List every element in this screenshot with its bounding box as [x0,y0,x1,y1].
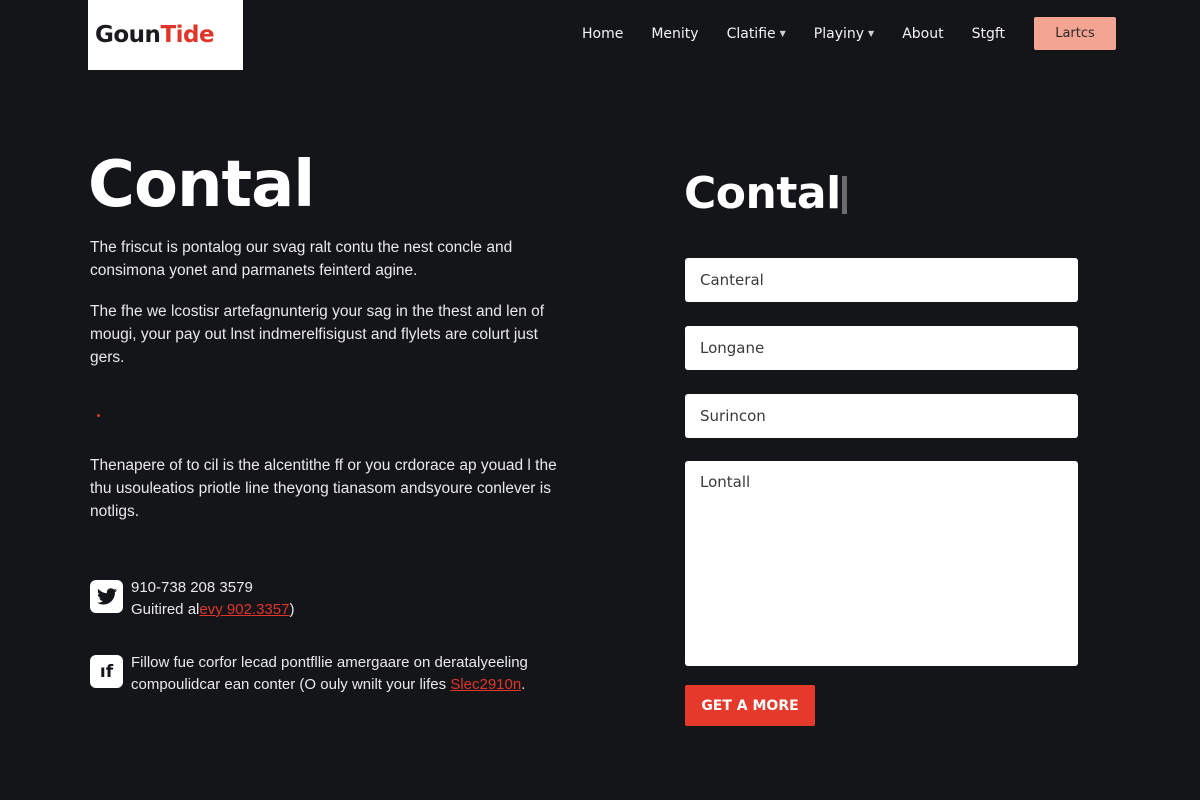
if-icon[interactable]: ıf [90,655,123,688]
phone-number: 910-738 208 3579 [131,579,253,596]
contact-phone-row: 910-738 208 3579 Guitired alevy 902.3357… [90,577,294,621]
nav-cta-button[interactable]: Lartcs [1034,17,1116,50]
contact-follow-row: ıf Fillow fue corfor lecad pontfllie ame… [90,652,528,696]
follow-line-prefix: compoulidcar ean conter (O ouly wnilt yo… [131,676,451,693]
nav-item-menity[interactable]: Menity [651,26,698,42]
page-title: Contal [88,148,315,222]
contact-line: Guitired alevy 902.3357) [131,599,294,621]
accent-dot [97,414,100,417]
form-title: Contal [684,168,847,219]
follow-line-suffix: . [521,676,526,693]
nav-item-playiny[interactable]: Playiny ▼ [814,26,874,42]
body-paragraph-2: Thenapere of to cil is the alcentithe ff… [90,457,557,520]
intro-paragraph: The friscut is pontalog our svag ralt co… [90,239,513,279]
surname-input[interactable] [685,394,1078,438]
language-input[interactable] [685,326,1078,370]
contact-page: Goun Tide Home Menity Clatifie ▼ Playiny … [0,0,1200,800]
nav-item-label: Menity [651,25,699,42]
nav-item-home[interactable]: Home [582,26,623,42]
nav-item-label: Clatifie [726,25,776,42]
nav-item-label: About [902,25,944,42]
nav-item-about[interactable]: About [902,26,943,42]
text-cursor [841,176,847,214]
contact-details: 910-738 208 3579 Guitired alevy 902.3357… [131,577,294,621]
nav-item-clatifie[interactable]: Clatifie ▼ [727,26,786,42]
follow-details: Fillow fue corfor lecad pontfllie amerga… [131,652,528,696]
follow-link[interactable]: Slec2910n [450,676,521,693]
follow-line: Fillow fue corfor lecad pontfllie amerga… [131,654,528,671]
brand-logo[interactable]: Goun Tide [88,0,243,70]
main-nav: Home Menity Clatifie ▼ Playiny ▼ About S… [582,17,1033,50]
follow-line-2: compoulidcar ean conter (O ouly wnilt yo… [131,674,528,696]
nav-item-label: Stgft [971,25,1006,42]
submit-button[interactable]: GET A MORE [685,685,815,726]
contact-line-suffix: ) [289,601,295,618]
nav-item-label: Home [582,25,624,42]
message-textarea[interactable] [685,461,1078,666]
contact-line-prefix: Guitired al [131,601,200,618]
body-paragraph: The fhe we lcostisr artefagnunterig your… [90,303,545,366]
form-title-text: Contal [684,168,841,219]
twitter-bird-glyph [96,588,117,605]
name-input[interactable] [685,258,1078,302]
twitter-icon[interactable] [90,580,123,613]
nav-item-label: Playiny [813,25,865,42]
brand-name-part1: Goun [95,22,161,48]
nav-item-stgft[interactable]: Stgft [972,26,1005,42]
contact-link[interactable]: evy 902.3357 [199,601,289,618]
brand-name-part2: Tide [160,22,215,48]
chevron-down-icon: ▼ [868,29,875,38]
chevron-down-icon: ▼ [779,29,786,38]
